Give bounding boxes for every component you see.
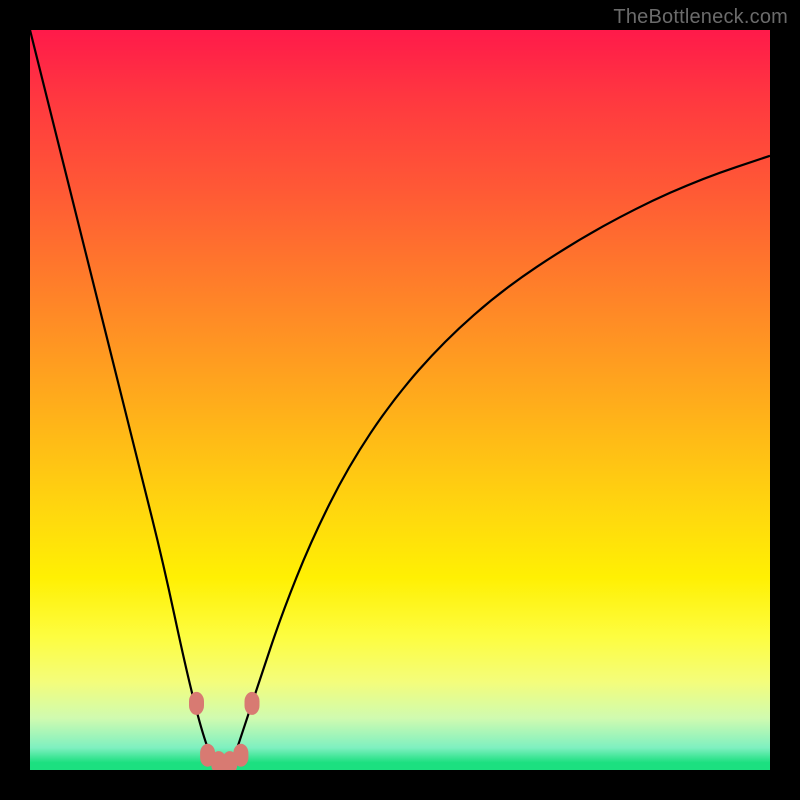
marker-group	[190, 692, 260, 770]
curve-svg	[30, 30, 770, 770]
chart-wrapper: TheBottleneck.com	[0, 0, 800, 800]
curve-marker	[234, 744, 248, 766]
curve-marker	[245, 692, 259, 714]
plot-area	[30, 30, 770, 770]
bottleneck-curve	[30, 30, 770, 767]
curve-marker	[190, 692, 204, 714]
watermark-text: TheBottleneck.com	[613, 6, 788, 29]
